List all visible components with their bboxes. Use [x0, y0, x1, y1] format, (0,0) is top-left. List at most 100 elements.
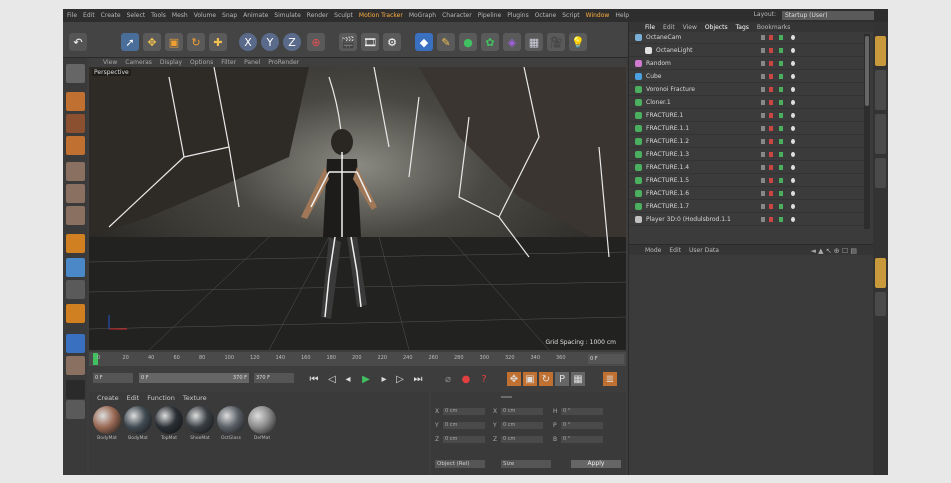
object-row[interactable]: Cube	[629, 71, 865, 83]
record-key-icon[interactable]: ●	[459, 372, 473, 386]
viewport-menu-display[interactable]: Display	[160, 59, 182, 66]
om-menu-tags[interactable]: Tags	[736, 24, 749, 31]
menu-create[interactable]: Create	[101, 12, 121, 19]
key-mode-icon[interactable]: ⌀	[441, 372, 455, 386]
menu-help[interactable]: Help	[615, 12, 629, 19]
key-rotation-icon[interactable]: ↻	[539, 372, 553, 386]
menu-file[interactable]: File	[67, 12, 77, 19]
menu-mograph[interactable]: MoGraph	[409, 12, 436, 19]
enable-check-icon[interactable]	[779, 178, 783, 183]
enable-check-icon[interactable]	[779, 165, 783, 170]
tag-icon[interactable]	[791, 87, 795, 92]
polygons-mode-icon[interactable]	[66, 206, 85, 225]
material-swatch[interactable]	[248, 406, 276, 434]
enable-check-icon[interactable]	[779, 139, 783, 144]
tag-icon[interactable]	[791, 165, 795, 170]
axis-z-button[interactable]: Z	[283, 33, 301, 51]
viewport-menu-prorender[interactable]: ProRender	[268, 59, 299, 66]
material-swatch[interactable]	[217, 406, 245, 434]
viewport-menu-filter[interactable]: Filter	[221, 59, 236, 66]
camera-icon[interactable]: 🎥	[547, 33, 565, 51]
enable-check-icon[interactable]	[779, 48, 783, 53]
tab-structure[interactable]	[875, 114, 886, 154]
scale-icon[interactable]: ▣	[165, 33, 183, 51]
menu-volume[interactable]: Volume	[194, 12, 216, 19]
om-menu-edit[interactable]: Edit	[663, 24, 675, 31]
render-settings-icon[interactable]: ⚙	[383, 33, 401, 51]
coord-rotation-field[interactable]: 0 °	[561, 422, 603, 429]
viewport-menu-view[interactable]: View	[103, 59, 117, 66]
timeline-end-field[interactable]: 0 F	[588, 354, 624, 364]
texture-mode-icon[interactable]	[66, 114, 85, 133]
layout-select[interactable]: Startup (User)	[782, 11, 874, 20]
object-row[interactable]: OctaneLight	[629, 45, 865, 57]
material-menu-edit[interactable]: Edit	[127, 394, 140, 402]
octane-icon[interactable]	[66, 334, 85, 353]
layer-flag-icon[interactable]	[761, 139, 765, 144]
tab-attributes[interactable]	[875, 258, 886, 288]
material-menu-texture[interactable]: Texture	[183, 394, 207, 402]
goto-start-icon[interactable]: ⏮	[307, 372, 321, 386]
menu-simulate[interactable]: Simulate	[274, 12, 301, 19]
render-picture-viewer-icon[interactable]: 🎞	[361, 33, 379, 51]
play-icon[interactable]: ▶	[359, 372, 373, 386]
om-menu-view[interactable]: View	[683, 24, 697, 31]
layer-flag-icon[interactable]	[761, 61, 765, 66]
tag-icon[interactable]	[791, 100, 795, 105]
menu-character[interactable]: Character	[442, 12, 472, 19]
menu-animate[interactable]: Animate	[243, 12, 268, 19]
attribute-nav-icons[interactable]: ◄ ▲ ↖ ⊕ ☐ ▤	[810, 247, 857, 255]
current-frame-field[interactable]: 0 F	[93, 373, 133, 383]
floor-icon[interactable]: ▦	[525, 33, 543, 51]
key-position-icon[interactable]: ✥	[507, 372, 521, 386]
object-row[interactable]: Random	[629, 58, 865, 70]
coordinate-mode-select[interactable]: Object (Rel)	[435, 460, 485, 468]
undo-icon[interactable]: ↶	[69, 33, 87, 51]
tab-objects[interactable]	[875, 36, 886, 66]
frame-range-slider[interactable]: 0 F 370 F	[139, 373, 249, 383]
layer-flag-icon[interactable]	[761, 48, 765, 53]
goto-end-icon[interactable]: ⏭	[411, 372, 425, 386]
material-swatch[interactable]	[124, 406, 152, 434]
menu-octane[interactable]: Octane	[535, 12, 557, 19]
axis-mode-icon[interactable]	[66, 234, 85, 253]
timeline-window-icon[interactable]: ≣	[603, 372, 617, 386]
next-key-icon[interactable]: ▷	[393, 372, 407, 386]
tag-icon[interactable]	[791, 35, 795, 40]
layer-flag-icon[interactable]	[761, 87, 765, 92]
layer-flag-icon[interactable]	[761, 100, 765, 105]
layer-flag-icon[interactable]	[761, 113, 765, 118]
move-icon[interactable]: ✥	[143, 33, 161, 51]
menu-plugins[interactable]: Plugins	[507, 12, 529, 19]
menu-edit[interactable]: Edit	[83, 12, 95, 19]
previous-key-icon[interactable]: ◁	[325, 372, 339, 386]
layer-flag-icon[interactable]	[761, 204, 765, 209]
material-swatch[interactable]	[186, 406, 214, 434]
am-menu-mode[interactable]: Mode	[645, 247, 661, 254]
menu-render[interactable]: Render	[307, 12, 328, 19]
menu-window[interactable]: Window	[586, 12, 610, 19]
visibility-dot-icon[interactable]	[769, 74, 773, 79]
enable-check-icon[interactable]	[779, 87, 783, 92]
visibility-dot-icon[interactable]	[769, 204, 773, 209]
om-menu-file[interactable]: File	[645, 24, 655, 31]
points-mode-icon[interactable]	[66, 162, 85, 181]
render-view-icon[interactable]: 🎬	[339, 33, 357, 51]
coordinate-system-icon[interactable]: ⊕	[307, 33, 325, 51]
menu-tools[interactable]: Tools	[151, 12, 166, 19]
visibility-dot-icon[interactable]	[769, 113, 773, 118]
pen-spline-icon[interactable]: ✎	[437, 33, 455, 51]
parameter-icon[interactable]	[66, 400, 85, 419]
object-list-scrollbar[interactable]	[864, 34, 870, 229]
scrollbar-thumb[interactable]	[865, 36, 869, 106]
tag-icon[interactable]	[791, 178, 795, 183]
coord-position-field[interactable]: 0 cm	[443, 422, 485, 429]
menu-sculpt[interactable]: Sculpt	[334, 12, 353, 19]
menu-mesh[interactable]: Mesh	[172, 12, 188, 19]
deformer-icon[interactable]: ◈	[503, 33, 521, 51]
coord-rotation-field[interactable]: 0 °	[561, 408, 603, 415]
menu-select[interactable]: Select	[127, 12, 146, 19]
tag-icon[interactable]	[791, 126, 795, 131]
coord-size-field[interactable]: 0 cm	[501, 408, 543, 415]
coord-position-field[interactable]: 0 cm	[443, 436, 485, 443]
